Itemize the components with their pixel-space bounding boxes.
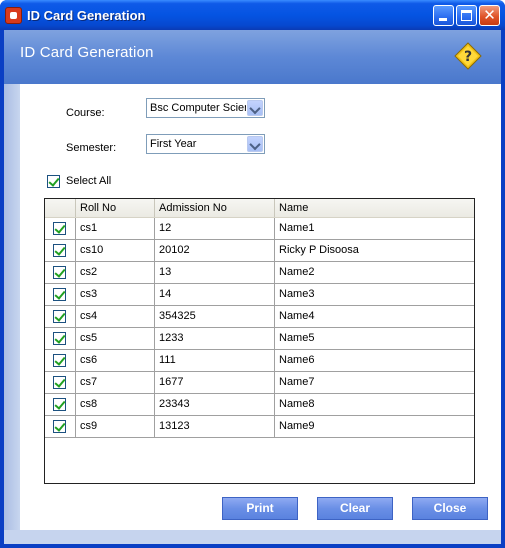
table-row[interactable]: cs6 111 Name6: [45, 350, 474, 372]
select-all-checkbox[interactable]: [47, 175, 60, 188]
name-cell[interactable]: Name8: [274, 394, 474, 415]
admission-no-cell[interactable]: 13123: [154, 416, 274, 437]
app-icon[interactable]: [5, 7, 22, 24]
row-checkbox[interactable]: [53, 376, 66, 389]
row-checkbox[interactable]: [53, 310, 66, 323]
name-cell[interactable]: Name9: [274, 416, 474, 437]
row-select-cell: [45, 328, 75, 349]
roll-no-cell[interactable]: cs8: [75, 394, 154, 415]
title-bar[interactable]: ID Card Generation ✕: [0, 0, 505, 30]
table-row[interactable]: cs2 13 Name2: [45, 262, 474, 284]
admission-no-cell[interactable]: 13: [154, 262, 274, 283]
row-select-cell: [45, 240, 75, 261]
admission-no-cell[interactable]: 1677: [154, 372, 274, 393]
roll-no-cell[interactable]: cs1: [75, 218, 154, 239]
side-band: [4, 84, 20, 544]
row-select-cell: [45, 306, 75, 327]
roll-no-cell[interactable]: cs5: [75, 328, 154, 349]
grid-header-admission-no[interactable]: Admission No: [154, 199, 274, 217]
table-row[interactable]: cs9 13123 Name9: [45, 416, 474, 438]
table-row[interactable]: cs3 14 Name3: [45, 284, 474, 306]
name-cell[interactable]: Name4: [274, 306, 474, 327]
table-row[interactable]: cs5 1233 Name5: [45, 328, 474, 350]
page-title: ID Card Generation: [20, 44, 154, 61]
name-cell[interactable]: Name1: [274, 218, 474, 239]
row-checkbox[interactable]: [53, 332, 66, 345]
chevron-down-icon[interactable]: [247, 136, 263, 152]
close-button[interactable]: Close: [412, 497, 488, 520]
admission-no-cell[interactable]: 14: [154, 284, 274, 305]
course-label: Course:: [66, 107, 105, 119]
row-select-cell: [45, 372, 75, 393]
row-checkbox[interactable]: [53, 222, 66, 235]
grid-header-select: [45, 199, 75, 217]
table-row[interactable]: cs4 354325 Name4: [45, 306, 474, 328]
semester-select[interactable]: First Year: [146, 134, 265, 154]
chevron-down-icon[interactable]: [247, 100, 263, 116]
row-select-cell: [45, 284, 75, 305]
roll-no-cell[interactable]: cs6: [75, 350, 154, 371]
roll-no-cell[interactable]: cs10: [75, 240, 154, 261]
row-checkbox[interactable]: [53, 398, 66, 411]
roll-no-cell[interactable]: cs2: [75, 262, 154, 283]
admission-no-cell[interactable]: 354325: [154, 306, 274, 327]
grid-header-name[interactable]: Name: [274, 199, 474, 217]
admission-no-cell[interactable]: 23343: [154, 394, 274, 415]
roll-no-cell[interactable]: cs3: [75, 284, 154, 305]
admission-no-cell[interactable]: 1233: [154, 328, 274, 349]
help-icon: ?: [454, 42, 482, 70]
roll-no-cell[interactable]: cs4: [75, 306, 154, 327]
close-window-button[interactable]: ✕: [479, 5, 500, 26]
row-checkbox[interactable]: [53, 288, 66, 301]
grid-header: Roll No Admission No Name: [45, 199, 474, 218]
row-checkbox[interactable]: [53, 244, 66, 257]
course-select[interactable]: Bsc Computer Scier: [146, 98, 265, 118]
students-grid[interactable]: Roll No Admission No Name cs1 12 Name1 cs10…: [44, 198, 475, 484]
course-value: Bsc Computer Scier: [150, 102, 246, 114]
maximize-icon: [461, 10, 472, 21]
minimize-icon: [439, 18, 447, 21]
row-select-cell: [45, 350, 75, 371]
roll-no-cell[interactable]: cs7: [75, 372, 154, 393]
clear-button[interactable]: Clear: [317, 497, 393, 520]
name-cell[interactable]: Name7: [274, 372, 474, 393]
bottom-band: [4, 530, 501, 544]
semester-value: First Year: [150, 138, 197, 150]
select-all-label: Select All: [66, 175, 112, 187]
semester-label: Semester:: [66, 142, 117, 154]
name-cell[interactable]: Name2: [274, 262, 474, 283]
name-cell[interactable]: Ricky P Disoosa: [274, 240, 474, 261]
row-select-cell: [45, 218, 75, 239]
window-title: ID Card Generation: [27, 8, 146, 23]
table-row[interactable]: cs8 23343 Name8: [45, 394, 474, 416]
table-row[interactable]: cs7 1677 Name7: [45, 372, 474, 394]
minimize-button[interactable]: [433, 5, 454, 26]
table-row[interactable]: cs1 12 Name1: [45, 218, 474, 240]
row-checkbox[interactable]: [53, 354, 66, 367]
name-cell[interactable]: Name3: [274, 284, 474, 305]
admission-no-cell[interactable]: 20102: [154, 240, 274, 261]
header-band: ID Card Generation ?: [4, 30, 501, 84]
close-icon: ✕: [483, 6, 496, 24]
admission-no-cell[interactable]: 12: [154, 218, 274, 239]
row-select-cell: [45, 416, 75, 437]
row-select-cell: [45, 262, 75, 283]
row-checkbox[interactable]: [53, 266, 66, 279]
row-checkbox[interactable]: [53, 420, 66, 433]
name-cell[interactable]: Name6: [274, 350, 474, 371]
svg-text:?: ?: [464, 49, 472, 65]
maximize-button[interactable]: [456, 5, 477, 26]
print-button[interactable]: Print: [222, 497, 298, 520]
grid-header-roll-no[interactable]: Roll No: [75, 199, 154, 217]
admission-no-cell[interactable]: 111: [154, 350, 274, 371]
table-row[interactable]: cs10 20102 Ricky P Disoosa: [45, 240, 474, 262]
roll-no-cell[interactable]: cs9: [75, 416, 154, 437]
name-cell[interactable]: Name5: [274, 328, 474, 349]
row-select-cell: [45, 394, 75, 415]
